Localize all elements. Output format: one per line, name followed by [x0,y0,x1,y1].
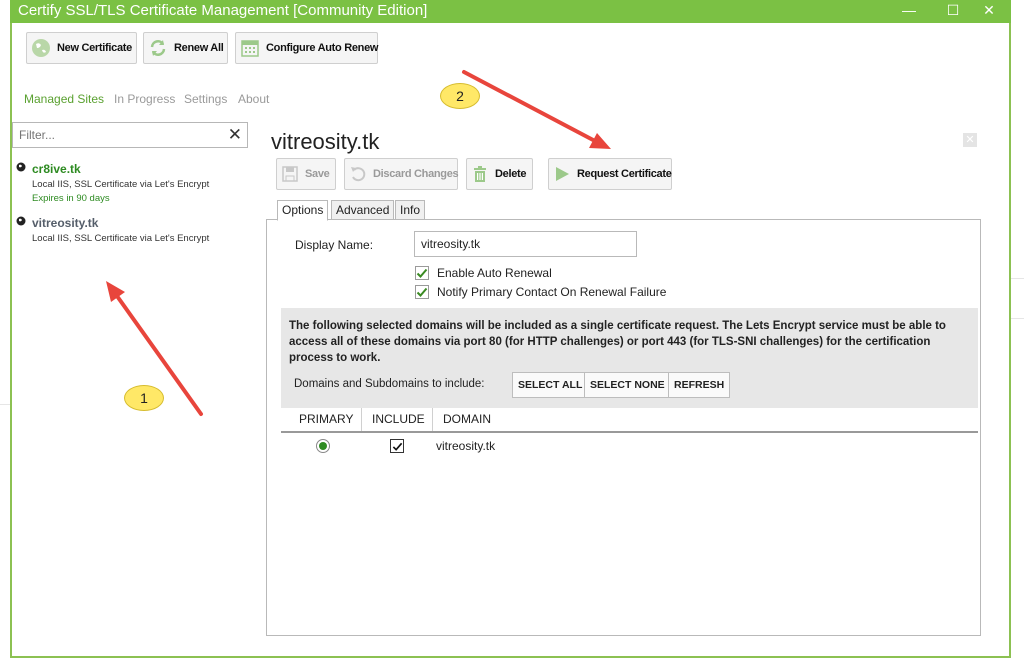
tab-options[interactable]: Options [277,200,329,221]
undo-icon [349,163,367,185]
column-header-primary[interactable]: PRIMARY [299,408,353,431]
calendar-icon [240,37,260,59]
column-header-include[interactable]: INCLUDE [372,408,425,431]
column-divider [361,408,362,431]
table-row: vitreosity.tk [281,436,978,456]
enable-auto-renewal-label: Enable Auto Renewal [437,266,552,280]
checkmark-icon [392,442,402,451]
include-checkbox[interactable] [390,439,404,453]
radio-dot [319,442,327,450]
renew-all-label: Renew All [174,42,224,54]
refresh-icon [148,37,168,59]
callout-2: 2 [440,83,480,109]
discard-changes-button[interactable]: Discard Changes [344,158,459,190]
site-description: Local IIS, SSL Certificate via Let's Enc… [32,233,210,244]
minimize-button[interactable]: — [887,0,931,23]
column-header-domain[interactable]: DOMAIN [443,408,491,431]
checkmark-icon [416,287,428,297]
configure-auto-renew-button[interactable]: Configure Auto Renew [235,32,378,64]
site-description: Local IIS, SSL Certificate via Let's Enc… [32,179,210,190]
window-title: Certify SSL/TLS Certificate Management [… [18,2,428,19]
domains-grid-header: PRIMARY INCLUDE DOMAIN [281,408,978,433]
checkmark-icon [416,268,428,278]
background-window-edge [1011,318,1024,319]
renew-all-button[interactable]: Renew All [143,32,228,64]
configure-auto-renew-label: Configure Auto Renew [266,42,379,54]
close-icon[interactable]: ✕ [228,125,242,145]
notify-primary-contact-label: Notify Primary Contact On Renewal Failur… [437,285,667,299]
domains-label: Domains and Subdomains to include: [294,378,485,390]
play-icon [553,163,571,185]
close-window-button[interactable]: ✕ [967,0,1011,23]
globe-icon [16,216,26,226]
site-name: vitreosity.tk [32,216,99,230]
new-certificate-button[interactable]: New Certificate [26,32,137,64]
globe-icon [31,37,51,59]
tab-info[interactable]: Info [395,200,426,220]
checkbox[interactable] [415,285,429,299]
tab-in-progress[interactable]: In Progress [114,92,175,106]
save-button[interactable]: Save [276,158,336,190]
refresh-button[interactable]: REFRESH [668,372,731,398]
close-icon[interactable]: ✕ [963,133,977,147]
domains-info-text: The following selected domains will be i… [289,320,946,364]
save-label: Save [305,168,330,180]
tab-managed-sites[interactable]: Managed Sites [24,92,104,106]
delete-label: Delete [495,168,527,180]
background-window-edge [0,404,10,405]
request-certificate-label: Request Certificate [577,168,672,180]
discard-changes-label: Discard Changes [373,168,459,180]
tab-settings[interactable]: Settings [184,92,227,106]
site-name: cr8ive.tk [32,162,81,176]
site-list-item[interactable]: vitreosity.tk Local IIS, SSL Certificate… [16,216,246,244]
enable-auto-renewal-checkbox[interactable]: Enable Auto Renewal [415,266,552,280]
title-bar[interactable]: Certify SSL/TLS Certificate Management [… [10,0,1011,23]
domains-info-panel: The following selected domains will be i… [281,308,978,408]
notify-primary-contact-checkbox[interactable]: Notify Primary Contact On Renewal Failur… [415,285,666,299]
display-name-label: Display Name: [295,238,374,252]
domain-cell: vitreosity.tk [436,439,496,453]
site-list-item[interactable]: cr8ive.tk Local IIS, SSL Certificate via… [16,162,246,204]
site-expiry: Expires in 90 days [32,193,110,204]
select-all-button[interactable]: SELECT ALL [512,372,589,398]
background-window-edge [1011,278,1024,279]
request-certificate-button[interactable]: Request Certificate [548,158,672,190]
tab-about[interactable]: About [238,92,269,106]
trash-icon [471,163,489,185]
tab-advanced[interactable]: Advanced [331,200,395,220]
callout-1: 1 [124,385,164,411]
filter-input[interactable] [13,123,213,147]
select-none-button[interactable]: SELECT NONE [584,372,671,398]
checkbox[interactable] [415,266,429,280]
new-certificate-label: New Certificate [57,42,132,54]
page-title: vitreosity.tk [271,129,380,154]
filter-box: ✕ [12,122,248,148]
display-name-field[interactable]: vitreosity.tk [414,231,637,257]
column-divider [432,408,433,431]
primary-radio[interactable] [316,439,330,453]
globe-icon [16,162,26,172]
delete-button[interactable]: Delete [466,158,533,190]
save-icon [281,163,299,185]
